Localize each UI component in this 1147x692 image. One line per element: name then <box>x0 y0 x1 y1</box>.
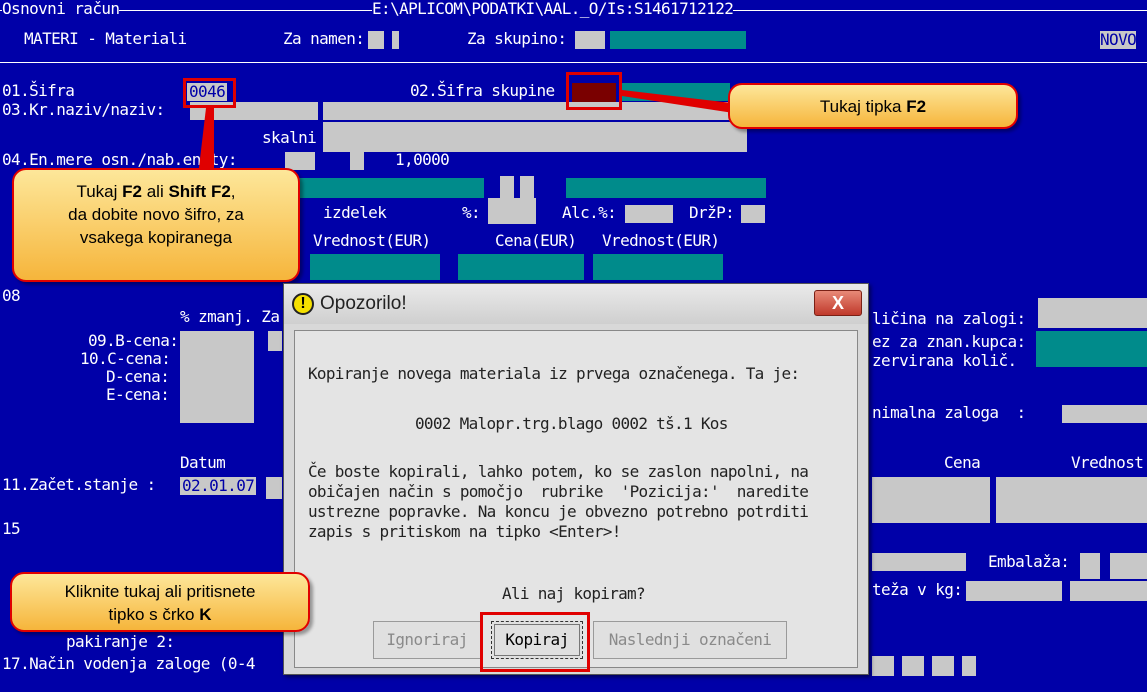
dialog-item: 0002 Malopr.trg.blago 0002 tš.1 Kos <box>415 414 728 433</box>
callout-f2-code: Tukaj F2 ali Shift F2, da dobite novo ši… <box>12 168 300 282</box>
next-selected-button[interactable]: Naslednji označeni <box>593 621 787 659</box>
highlight-copy-button <box>480 612 590 672</box>
callout-click-line-1: Kliknite tukaj ali pritisnete <box>64 582 256 601</box>
callout-f2-group-text: Tukaj tipka <box>819 97 907 116</box>
callout-f2-code-line-3: vsakega kopiranega <box>79 228 233 247</box>
callout-f2-code-key-2: Shift F2 <box>168 182 231 201</box>
dialog-title: Opozorilo! <box>320 293 407 314</box>
dialog-paragraph-line-1: Če boste kopirali, lahko potem, ko se za… <box>308 462 809 481</box>
warning-icon: ! <box>292 293 314 315</box>
screenshot: Osnovni račun E:\APLICOM\PODATKI\AAL._O/… <box>0 0 1147 692</box>
callout-click-line-2: tipko s črko <box>108 605 200 624</box>
dialog-line-1: Kopiranje novega materiala iz prvega ozn… <box>308 364 800 383</box>
dialog-paragraph-line-4: zapis s pritiskom na tipko <Enter>! <box>308 522 621 541</box>
callout-f2-code-line-2: da dobite novo šifro, za <box>68 205 244 224</box>
callout-f2-group: Tukaj tipka F2 <box>728 83 1018 129</box>
callout-f2-code-key-1: F2 <box>122 182 142 201</box>
callout-f2-code-text-1: Tukaj <box>76 182 123 201</box>
callout-click-copy: Kliknite tukaj ali pritisnete tipko s čr… <box>10 572 310 632</box>
close-button[interactable]: X <box>814 290 862 316</box>
callout-f2-code-text-2: ali <box>141 182 169 201</box>
dialog-paragraph-line-2: običajen način s pomočjo rubrike 'Pozici… <box>308 482 809 501</box>
dialog-titlebar[interactable]: ! Opozorilo! X <box>284 284 868 324</box>
callout-f2-group-key: F2 <box>906 97 927 116</box>
dialog-question: Ali naj kopiram? <box>502 584 646 603</box>
callout-click-key: K <box>199 605 212 624</box>
callout-f2-code-text-3: , <box>230 182 236 201</box>
ignore-button[interactable]: Ignoriraj <box>373 621 481 659</box>
dialog-paragraph-line-3: ustrezne popravke. Na koncu je obvezno p… <box>308 502 809 521</box>
